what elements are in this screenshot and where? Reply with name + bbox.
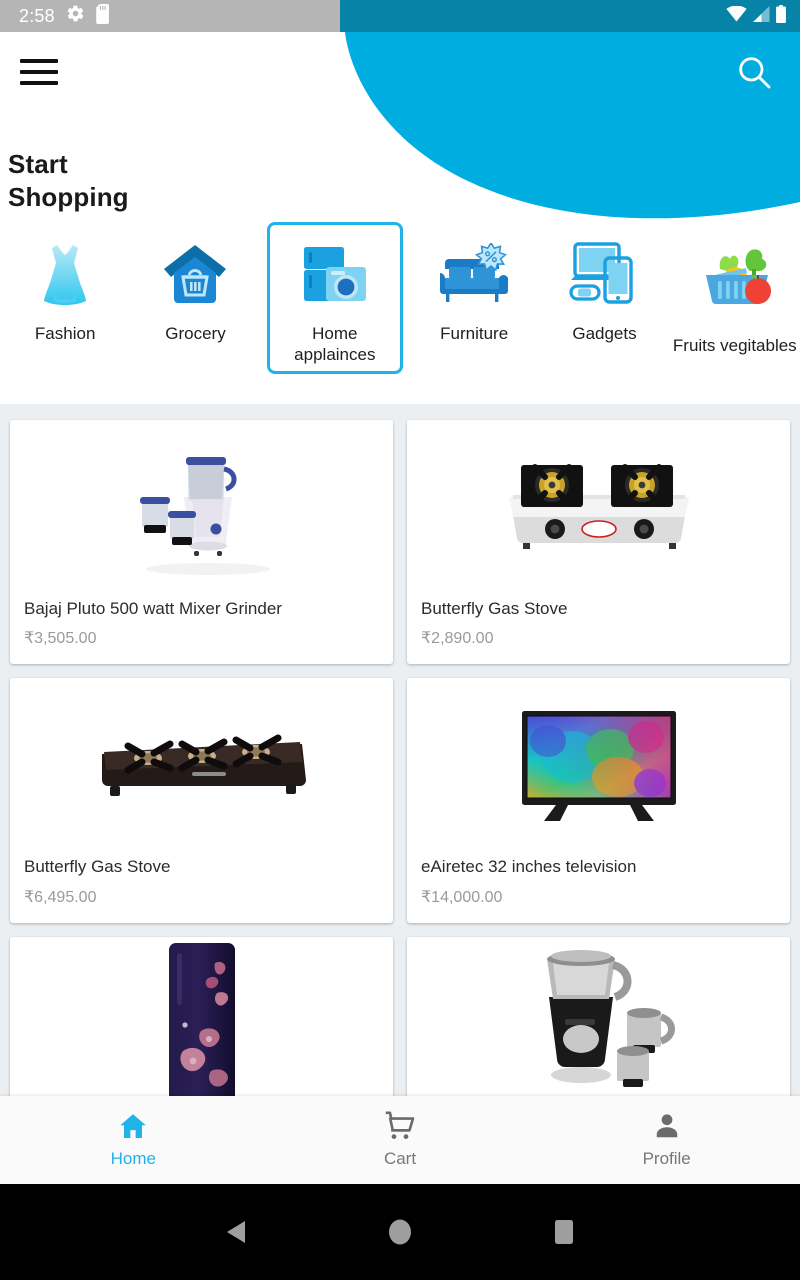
product-grid-area: Bajaj Pluto 500 watt Mixer Grinder ₹3,50… [0, 404, 800, 1132]
sd-card-icon [96, 3, 111, 29]
status-bar-left-group: 2:58 [0, 0, 111, 32]
category-item-gadgets[interactable]: Gadgets [539, 222, 669, 374]
category-label: Grocery [165, 324, 226, 343]
home-icon [116, 1111, 150, 1146]
nav-label: Cart [383, 1149, 417, 1168]
product-title: eAiretec 32 inches television [421, 857, 637, 877]
category-item-furniture[interactable]: Furniture [409, 222, 539, 374]
fruit-basket-icon [690, 238, 780, 310]
page-title: Start Shopping [8, 148, 129, 215]
nav-item-home[interactable]: Home [0, 1111, 267, 1169]
category-strip: Fashion Grocery Home applainces Furnitur… [0, 222, 800, 374]
dress-icon [20, 238, 110, 310]
two-burner-steel-gas-stove-image [407, 420, 790, 595]
laptop-phone-watch-icon [559, 238, 649, 310]
cellular-signal-icon [752, 5, 771, 27]
purple-floral-refrigerator-image [10, 936, 393, 1112]
nav-label: Home [110, 1149, 157, 1168]
category-label: Fruits vegitables [672, 336, 797, 355]
house-basket-icon [150, 238, 240, 310]
status-bar: 2:58 [0, 0, 800, 32]
wifi-icon [726, 5, 747, 27]
hamburger-bar-1 [20, 59, 58, 63]
product-title: Butterfly Gas Stove [24, 857, 171, 877]
category-item-home-appliances[interactable]: Home applainces [266, 222, 403, 374]
category-item-fashion[interactable]: Fashion [0, 222, 130, 374]
battery-icon [776, 4, 786, 28]
product-price: ₹3,505.00 [24, 630, 97, 648]
hamburger-menu-icon[interactable] [20, 57, 58, 87]
status-bar-right-group [726, 0, 786, 32]
person-icon [652, 1111, 682, 1146]
back-triangle-icon[interactable] [225, 1220, 247, 1244]
app-bar [0, 32, 800, 112]
shopping-cart-icon [384, 1111, 416, 1146]
product-title: Bajaj Pluto 500 watt Mixer Grinder [24, 599, 282, 618]
product-price: ₹14,000.00 [421, 888, 503, 906]
category-item-grocery[interactable]: Grocery [130, 222, 260, 374]
android-system-navigation-bar [0, 1184, 800, 1280]
category-label: Gadgets [572, 324, 637, 343]
nav-label: Profile [642, 1149, 691, 1168]
status-bar-clock: 2:58 [19, 5, 55, 26]
recents-square-icon[interactable] [553, 1219, 575, 1245]
page-title-line-2: Shopping [8, 182, 129, 213]
page-title-line-1: Start [8, 149, 68, 179]
search-icon[interactable] [734, 52, 774, 92]
product-card[interactable]: Butterfly Gas Stove ₹2,890.00 [407, 420, 790, 665]
white-mixer-grinder-image [10, 420, 393, 595]
category-label: Furniture [440, 324, 509, 343]
product-price: ₹2,890.00 [421, 630, 494, 648]
colorful-led-television-image [407, 678, 790, 854]
product-price: ₹6,495.00 [24, 888, 97, 906]
gear-icon [66, 4, 85, 28]
sofa-discount-icon [429, 238, 519, 310]
category-item-fruits-vegetables[interactable]: Fruits vegitables [669, 222, 800, 355]
nav-item-cart[interactable]: Cart [267, 1111, 534, 1169]
category-label: Fashion [34, 324, 96, 343]
hamburger-bar-2 [20, 70, 58, 74]
product-card[interactable]: eAiretec 32 inches television ₹14,000.00 [407, 678, 790, 923]
product-grid: Bajaj Pluto 500 watt Mixer Grinder ₹3,50… [0, 404, 800, 1132]
product-title: Butterfly Gas Stove [421, 599, 568, 618]
fridge-washer-icon [290, 238, 380, 310]
nav-item-profile[interactable]: Profile [533, 1111, 800, 1169]
category-label: Home applainces [294, 324, 376, 364]
bottom-navigation-bar: Home Cart Profile [0, 1096, 800, 1184]
three-burner-black-glass-gas-stove-image [10, 678, 393, 854]
product-card[interactable]: Butterfly Gas Stove ₹6,495.00 [10, 678, 393, 923]
product-card[interactable]: Bajaj Pluto 500 watt Mixer Grinder ₹3,50… [10, 420, 393, 665]
black-mixer-grinder-image [407, 936, 790, 1112]
home-circle-icon[interactable] [387, 1218, 413, 1246]
hamburger-bar-3 [20, 81, 58, 85]
